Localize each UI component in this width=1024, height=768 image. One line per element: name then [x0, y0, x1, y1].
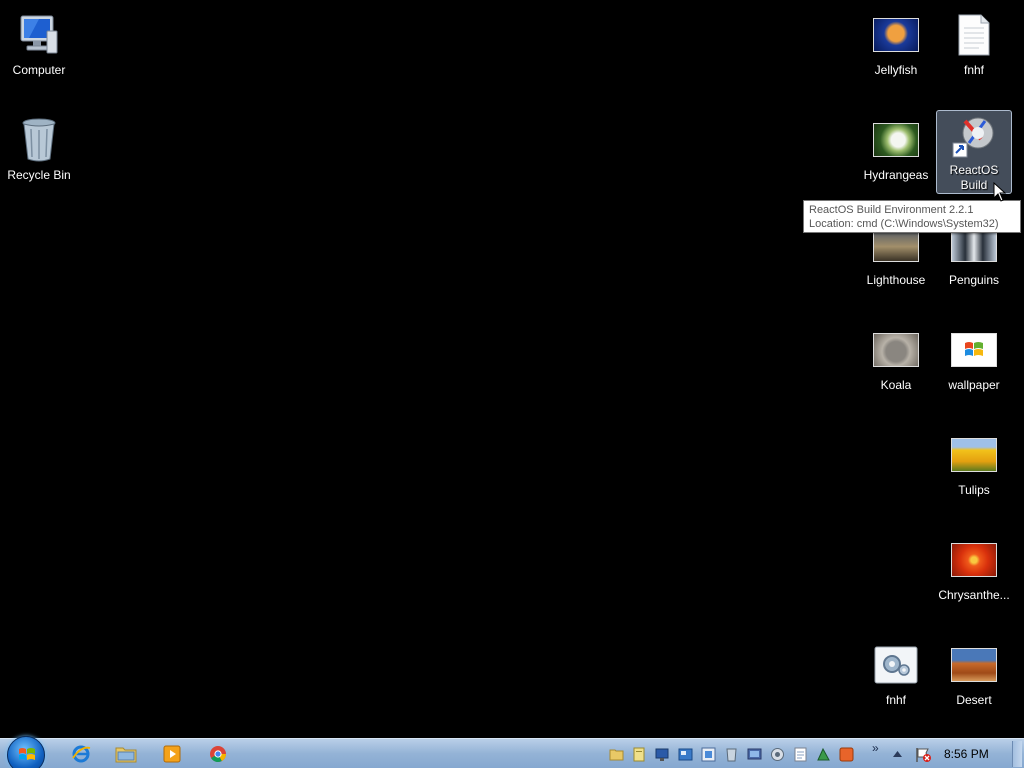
desktop-icon-label: Koala — [880, 378, 912, 392]
app-icon[interactable] — [770, 747, 785, 762]
desktop-icon-jellyfish[interactable]: Jellyfish — [858, 8, 934, 92]
app-icon[interactable] — [747, 747, 762, 762]
computer-icon — [15, 11, 63, 59]
taskbar-media-player[interactable] — [157, 741, 187, 767]
image-thumbnail-icon — [950, 431, 998, 479]
desktop-icon-label: Lighthouse — [866, 273, 926, 287]
taskbar-clock[interactable]: 8:56 PM — [944, 747, 989, 761]
desktop-icon-label: Tulips — [958, 483, 990, 497]
app-icon[interactable] — [816, 747, 831, 762]
desktop-icon-label: Recycle Bin — [7, 168, 71, 182]
folder-icon[interactable] — [609, 747, 624, 762]
desktop-icon-label: wallpaper — [948, 378, 1000, 392]
taskbar: » 8:56 PM — [0, 736, 1024, 768]
desktop-icon-hydrangeas[interactable]: Hydrangeas — [858, 113, 934, 197]
image-thumbnail-icon — [950, 326, 998, 374]
app-icon[interactable] — [678, 747, 693, 762]
taskbar-chrome[interactable] — [203, 741, 233, 767]
desktop-icon-label: fnhf — [963, 63, 984, 77]
taskbar-file-explorer[interactable] — [111, 741, 141, 767]
settings-file-icon — [872, 641, 920, 689]
mouse-cursor-icon — [993, 182, 1007, 202]
desktop-icon-desert[interactable]: Desert — [936, 638, 1012, 722]
recycle-bin-icon — [15, 116, 63, 164]
image-thumbnail-icon — [872, 11, 920, 59]
shortcut-tooltip: ReactOS Build Environment 2.2.1 Location… — [803, 200, 1021, 233]
tray-overflow-chevron[interactable]: » — [872, 741, 879, 755]
desktop-icon-koala[interactable]: Koala — [858, 323, 934, 407]
image-thumbnail-icon — [872, 116, 920, 164]
desktop-icon-wallpaper[interactable]: wallpaper — [936, 323, 1012, 407]
desktop-icon-label: fnhf — [885, 693, 906, 707]
media-player-icon — [163, 745, 181, 763]
show-hidden-icons-arrow-icon[interactable] — [893, 750, 902, 758]
internet-explorer-icon — [72, 745, 91, 763]
desktop-icon-computer[interactable]: Computer — [1, 8, 77, 92]
network-icon[interactable] — [655, 747, 670, 762]
image-thumbnail-icon — [950, 536, 998, 584]
text-file-icon — [950, 11, 998, 59]
show-desktop-button[interactable] — [1012, 741, 1022, 767]
desktop-icon-label: Jellyfish — [874, 63, 918, 77]
app-icon[interactable] — [724, 747, 739, 762]
desktop-icon-label: Desert — [956, 693, 992, 707]
app-icon[interactable] — [839, 747, 854, 762]
notepad-icon[interactable] — [793, 747, 808, 762]
tooltip-title: ReactOS Build Environment 2.2.1 — [809, 204, 974, 216]
taskbar-internet-explorer[interactable] — [66, 741, 96, 767]
chrome-icon — [210, 746, 227, 762]
desktop-icon-recycle-bin[interactable]: Recycle Bin — [1, 113, 77, 197]
desktop-icon-chrysanthemum[interactable]: Chrysanthe... — [936, 533, 1012, 617]
desktop-icon-label: Computer — [12, 63, 66, 77]
desktop-icon-tulips[interactable]: Tulips — [936, 428, 1012, 512]
app-icon[interactable] — [701, 747, 716, 762]
start-button[interactable] — [7, 736, 45, 768]
image-thumbnail-icon — [950, 641, 998, 689]
tooltip-location: Location: cmd (C:\Windows\System32) — [809, 218, 999, 230]
desktop[interactable]: Computer Recycle Bin Jellyfish fnhf Hydr… — [0, 0, 1024, 738]
desktop-icon-label: Penguins — [948, 273, 1000, 287]
desktop-icon-fnhf-settings[interactable]: fnhf — [858, 638, 934, 722]
desktop-icon-fnhf-text[interactable]: fnhf — [936, 8, 1012, 92]
image-thumbnail-icon — [872, 326, 920, 374]
windows-logo-icon — [19, 748, 35, 760]
file-explorer-icon — [115, 747, 137, 763]
desktop-icon-label: Hydrangeas — [863, 168, 929, 182]
desktop-icon-label: Chrysanthe... — [938, 588, 1010, 602]
action-center-flag-icon[interactable] — [915, 747, 932, 763]
document-icon[interactable] — [632, 747, 647, 762]
shortcut-icon — [950, 113, 998, 159]
